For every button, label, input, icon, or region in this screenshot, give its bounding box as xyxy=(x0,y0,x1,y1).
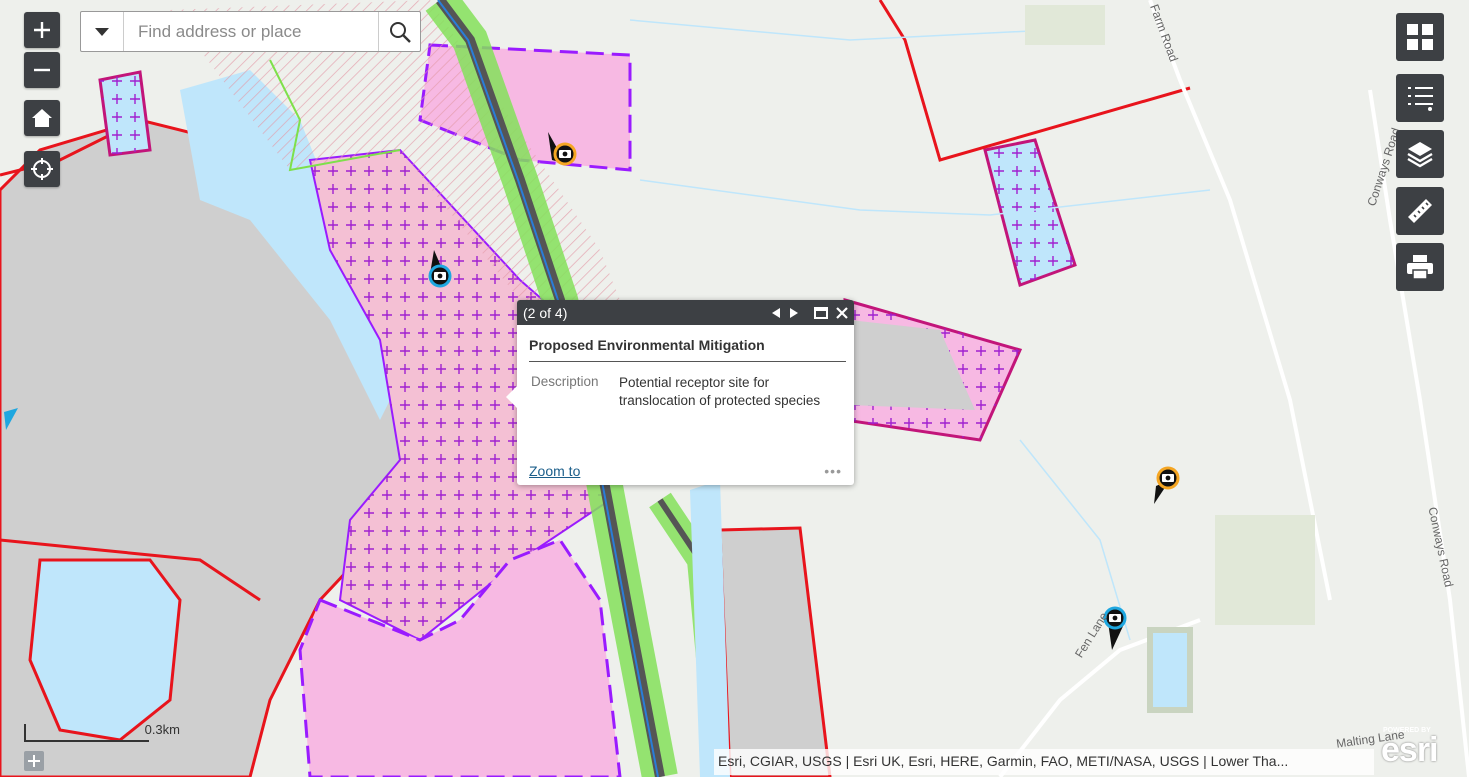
basemap-gallery-button[interactable] xyxy=(1396,13,1444,61)
map-attribution[interactable]: Esri, CGIAR, USGS | Esri UK, Esri, HERE,… xyxy=(714,749,1374,775)
list-icon xyxy=(1408,87,1433,111)
locate-button[interactable] xyxy=(24,151,60,187)
printer-icon xyxy=(1407,255,1433,280)
zoom-in-button[interactable] xyxy=(24,12,60,48)
popup-footer: Zoom to ••• xyxy=(529,463,842,479)
scale-label: 0.3km xyxy=(144,722,180,737)
search-input[interactable] xyxy=(124,12,378,51)
field-value: Potential receptor site for translocatio… xyxy=(619,375,821,408)
layers-icon xyxy=(1407,142,1433,168)
feature-popup: (2 of 4) Proposed Environmental Mitigati… xyxy=(506,300,854,485)
print-button[interactable] xyxy=(1396,243,1444,291)
home-icon xyxy=(32,109,52,127)
field-patch xyxy=(1025,5,1105,45)
grid-icon xyxy=(1407,24,1433,50)
pond xyxy=(1147,627,1193,713)
search-source-dropdown[interactable] xyxy=(81,12,124,51)
previous-feature-button[interactable] xyxy=(772,307,780,318)
triangle-left-icon xyxy=(772,307,780,318)
zoom-to-link[interactable]: Zoom to xyxy=(529,463,580,479)
popup-title: Proposed Environmental Mitigation xyxy=(529,337,846,362)
search-box xyxy=(80,11,421,52)
popup-field-row: Description Potential receptor site for … xyxy=(531,374,842,410)
pan-icon[interactable] xyxy=(24,751,44,771)
close-icon xyxy=(836,306,848,319)
popup-feature-count: (2 of 4) xyxy=(523,304,568,321)
search-button[interactable] xyxy=(378,12,420,51)
search-icon xyxy=(389,21,411,43)
field-label: Description xyxy=(531,374,599,389)
crosshair-icon xyxy=(31,158,53,180)
scale-bar: 0.3km xyxy=(24,722,180,742)
layer-list-button[interactable] xyxy=(1396,130,1444,178)
measurement-button[interactable] xyxy=(1396,187,1444,235)
home-button[interactable] xyxy=(24,100,60,136)
next-feature-button[interactable] xyxy=(790,307,798,318)
ruler-icon xyxy=(1408,199,1432,223)
field-patch xyxy=(1215,515,1315,625)
close-button[interactable] xyxy=(836,306,848,319)
caret-down-icon xyxy=(95,27,109,36)
popup-header: (2 of 4) xyxy=(517,300,854,325)
zoom-out-button[interactable] xyxy=(24,52,60,88)
maximize-icon xyxy=(814,306,828,319)
plus-icon xyxy=(34,22,50,38)
esri-logo-text: esri xyxy=(1381,731,1438,769)
minus-icon xyxy=(34,68,50,72)
more-actions-button[interactable]: ••• xyxy=(824,463,842,479)
maximize-button[interactable] xyxy=(814,306,828,319)
esri-logo[interactable]: POWERED BY esri xyxy=(1381,727,1445,771)
triangle-right-icon xyxy=(790,307,798,318)
legend-button[interactable] xyxy=(1396,74,1444,122)
